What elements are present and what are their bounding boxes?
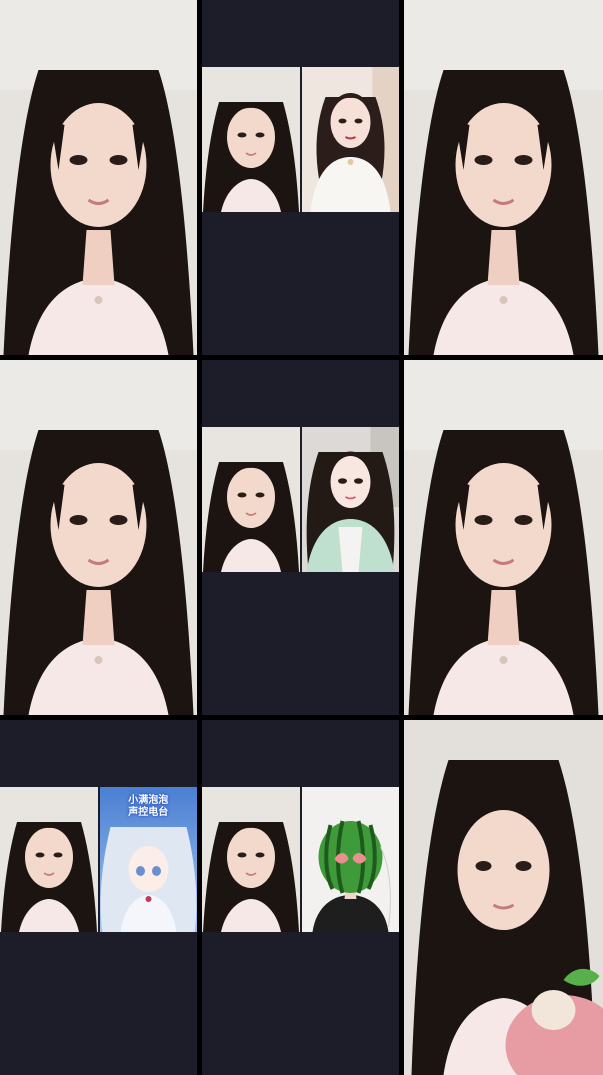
streamer-video-feed bbox=[202, 787, 300, 932]
video-tile-r3c2[interactable] bbox=[202, 720, 399, 1075]
streamer-with-plush-video-feed bbox=[404, 720, 603, 1075]
video-tile-r2c3[interactable] bbox=[404, 360, 603, 715]
watermelon-mask-icon bbox=[302, 787, 399, 932]
video-tile-r1c2[interactable] bbox=[202, 0, 399, 355]
split-screen-pair bbox=[202, 427, 399, 572]
anime-banner: 小满泡泡 声控电台 bbox=[100, 795, 198, 819]
guest-half[interactable] bbox=[302, 787, 400, 932]
video-tile-r3c3[interactable] bbox=[404, 720, 603, 1075]
anime-avatar-half[interactable]: 小满泡泡 声控电台 bbox=[100, 787, 198, 932]
anime-banner-line1: 小满泡泡 bbox=[128, 795, 169, 806]
video-tile-r2c1[interactable] bbox=[0, 360, 197, 715]
streamer-half[interactable] bbox=[202, 427, 300, 572]
streamer-half[interactable] bbox=[202, 787, 300, 932]
video-tile-r3c1[interactable]: 小满泡泡 声控电台 bbox=[0, 720, 197, 1075]
video-tile-r1c3[interactable] bbox=[404, 0, 603, 355]
streamer-video-feed bbox=[202, 427, 300, 572]
split-screen-pair: 小满泡泡 声控电台 bbox=[0, 787, 197, 932]
streamer-half[interactable] bbox=[202, 67, 300, 212]
guest-half[interactable] bbox=[302, 67, 400, 212]
video-tile-r1c1[interactable] bbox=[0, 0, 197, 355]
multi-guest-video-grid: 小满泡泡 声控电台 bbox=[0, 0, 603, 1075]
streamer-video-feed bbox=[404, 0, 603, 355]
streamer-video-feed bbox=[404, 360, 603, 715]
guest-half[interactable] bbox=[302, 427, 400, 572]
guest-video-feed bbox=[302, 427, 399, 572]
streamer-half[interactable] bbox=[0, 787, 98, 932]
guest-video-feed bbox=[302, 67, 399, 212]
streamer-video-feed bbox=[0, 0, 197, 355]
video-tile-r2c2[interactable] bbox=[202, 360, 399, 715]
split-screen-pair bbox=[202, 67, 399, 212]
streamer-video-feed bbox=[202, 67, 300, 212]
streamer-video-feed bbox=[0, 360, 197, 715]
anime-banner-line2: 声控电台 bbox=[128, 807, 169, 818]
streamer-video-feed bbox=[0, 787, 98, 932]
split-screen-pair bbox=[202, 787, 399, 932]
